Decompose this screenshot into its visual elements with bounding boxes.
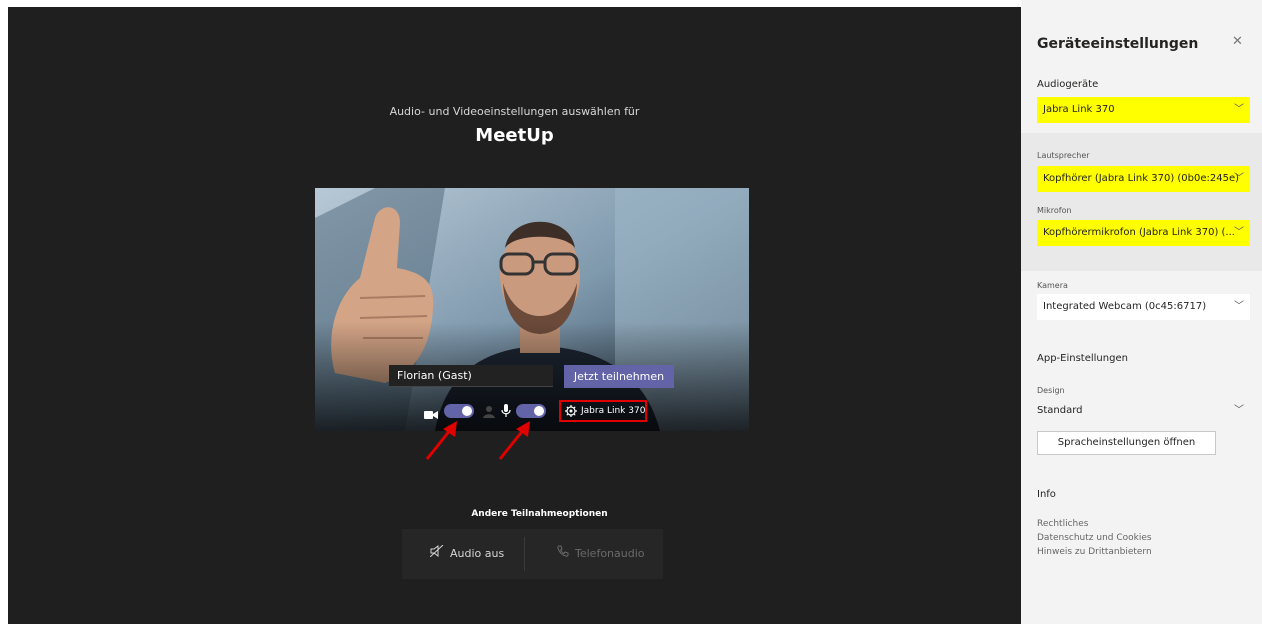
design-label: Design [1037, 386, 1065, 395]
device-settings-label: Jabra Link 370 [581, 406, 646, 416]
close-icon[interactable]: ✕ [1232, 34, 1243, 49]
other-options-title: Andere Teilnahmeoptionen [471, 509, 608, 519]
phone-icon [557, 529, 569, 579]
camera-select[interactable]: Integrated Webcam (0c45:6717) ﹀ [1037, 294, 1250, 320]
other-options-box: Audio aus Telefonaudio [402, 529, 663, 579]
camera-label: Kamera [1037, 281, 1068, 290]
app-settings-label: App-Einstellungen [1037, 353, 1128, 364]
link-legal[interactable]: Rechtliches [1037, 519, 1088, 529]
audio-off-label: Audio aus [450, 547, 505, 560]
chevron-down-icon: ﹀ [1234, 173, 1244, 184]
meeting-title: MeetUp [475, 125, 554, 146]
device-settings-button[interactable]: Jabra Link 370 [559, 400, 647, 422]
link-privacy[interactable]: Datenschutz und Cookies [1037, 533, 1152, 543]
chevron-down-icon: ﹀ [1234, 405, 1244, 416]
camera-toggle[interactable] [444, 404, 474, 418]
microphone-value: Kopfhörermikrofon (Jabra Link 370) (... [1043, 227, 1235, 238]
speaker-select[interactable]: Kopfhörer (Jabra Link 370) (0b0e:245e) ﹀ [1037, 166, 1250, 192]
gear-icon [565, 405, 577, 424]
chevron-down-icon: ﹀ [1234, 227, 1244, 238]
camera-image [315, 188, 749, 431]
audio-device-value: Jabra Link 370 [1043, 104, 1115, 115]
chevron-down-icon: ﹀ [1234, 301, 1244, 312]
chevron-down-icon: ﹀ [1234, 104, 1244, 115]
speaker-value: Kopfhörer (Jabra Link 370) (0b0e:245e) [1043, 173, 1240, 184]
link-third-party[interactable]: Hinweis zu Drittanbietern [1037, 547, 1152, 557]
annotation-arrow-camera [425, 421, 457, 460]
microphone-toggle[interactable] [516, 404, 546, 418]
camera-value: Integrated Webcam (0c45:6717) [1043, 301, 1207, 312]
annotation-arrow-microphone [498, 421, 530, 460]
info-label: Info [1037, 489, 1056, 500]
panel-title: Geräteeinstellungen [1037, 36, 1199, 52]
speaker-muted-icon [429, 529, 444, 579]
language-settings-button[interactable]: Spracheinstellungen öffnen [1037, 431, 1216, 455]
device-settings-panel: Geräteeinstellungen ✕ Audiogeräte Jabra … [1021, 0, 1262, 624]
meeting-prejoin-area: Audio- und Videoeinstellungen auswählen … [8, 7, 1021, 624]
design-value: Standard [1037, 405, 1083, 416]
design-select[interactable]: Standard ﹀ [1037, 399, 1250, 423]
microphone-select[interactable]: Kopfhörermikrofon (Jabra Link 370) (... … [1037, 220, 1250, 246]
guest-name-input[interactable]: Florian (Gast) [389, 365, 553, 387]
audio-devices-label: Audiogeräte [1037, 79, 1099, 90]
video-preview: Florian (Gast) Jetzt teilnehmen Jabra Li… [315, 188, 749, 431]
options-divider [524, 537, 525, 571]
audio-off-option[interactable]: Audio aus [429, 529, 505, 579]
microphone-label: Mikrofon [1037, 206, 1072, 215]
audio-device-select[interactable]: Jabra Link 370 ﹀ [1037, 97, 1250, 123]
speaker-label: Lautsprecher [1037, 151, 1090, 160]
phone-audio-option[interactable]: Telefonaudio [557, 529, 645, 579]
meeting-subtitle: Audio- und Videoeinstellungen auswählen … [389, 105, 640, 118]
phone-audio-label: Telefonaudio [575, 547, 645, 560]
join-now-button[interactable]: Jetzt teilnehmen [564, 365, 674, 388]
